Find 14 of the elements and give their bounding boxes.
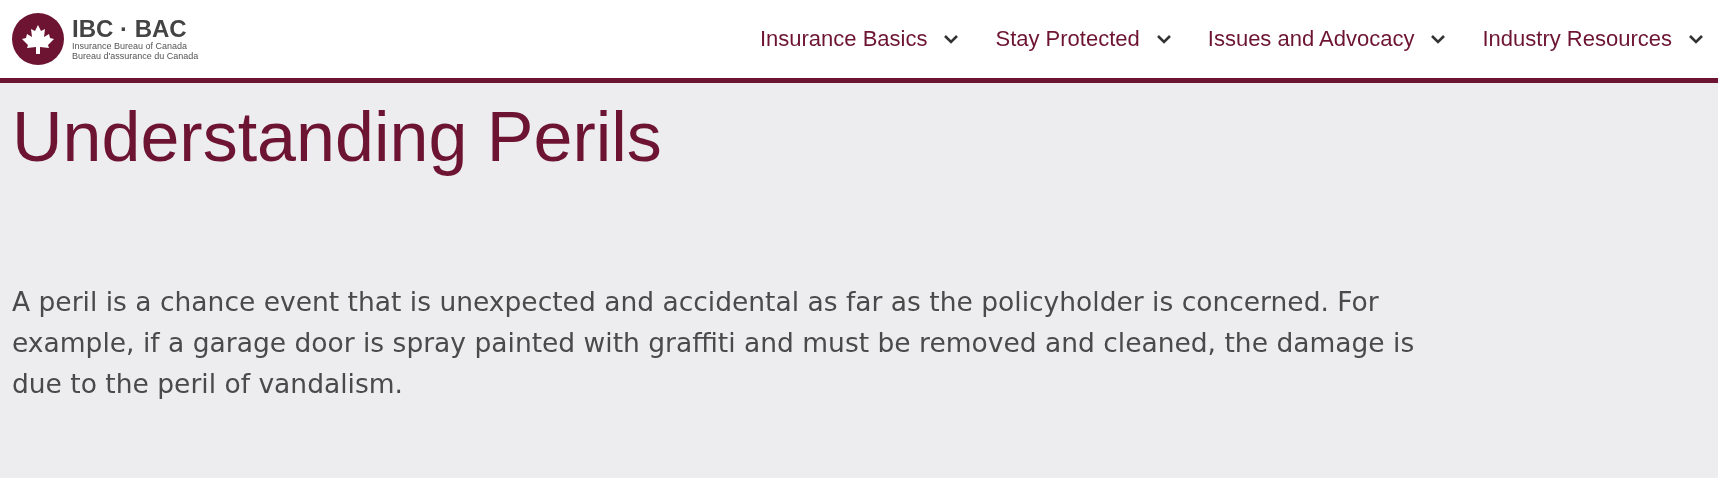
chevron-down-icon: [943, 34, 960, 44]
logo-tagline: Insurance Bureau of Canada: [72, 41, 189, 51]
logo-name: IBC · BAC: [72, 17, 188, 41]
logo-tagline: Bureau d'assurance du Canada: [72, 51, 199, 61]
page-title: Understanding Perils: [12, 97, 663, 177]
chevron-down-icon: [1155, 34, 1172, 44]
chevron-down-icon: [1688, 34, 1704, 44]
chevron-down-icon: [1430, 34, 1447, 44]
nav-menu-item[interactable]: Stay Protected: [995, 26, 1172, 52]
nav-menu-item[interactable]: Issues and Advocacy: [1207, 26, 1447, 52]
paragraph: A peril is a chance event that is unexpected and accidental as far as the policyholder is concerned. For example, if a garage door is spray painted with graffiti and must be removed and cleaned, the damage is due to the peril of vandalism.: [12, 285, 1416, 401]
nav-menu-item[interactable]: Insurance Basics: [759, 26, 960, 52]
maple-leaf-logo-icon: [12, 13, 64, 65]
nav-menu-item[interactable]: Industry Resources: [1482, 26, 1704, 52]
